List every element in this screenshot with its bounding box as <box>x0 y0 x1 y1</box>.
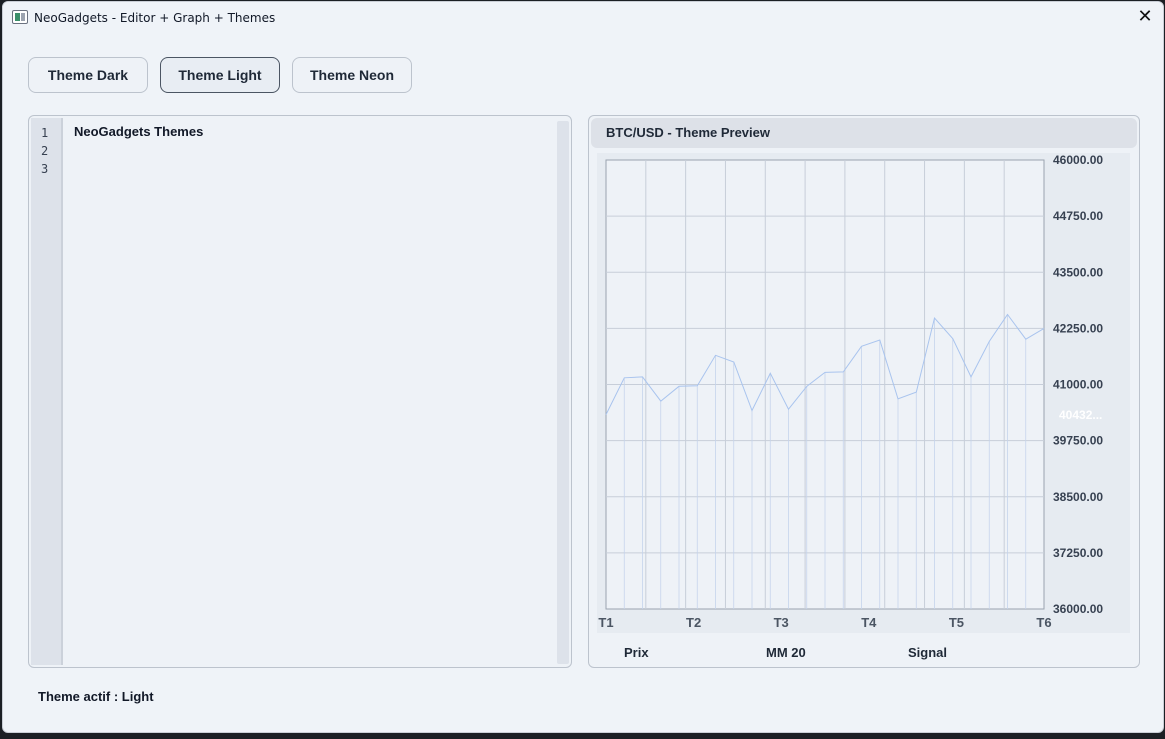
code-editor[interactable]: 1 2 3 NeoGadgets Themes <box>28 115 572 668</box>
line-number: 2 <box>41 144 49 158</box>
line-number-gutter: 1 2 3 <box>31 118 63 665</box>
y-tick-label: 42250.00 <box>1053 321 1103 335</box>
app-icon <box>12 10 28 24</box>
x-tick-label: T5 <box>949 615 964 630</box>
current-value-label: 40432... <box>1059 408 1102 422</box>
y-tick-label: 39750.00 <box>1053 434 1103 448</box>
legend-signal[interactable]: Signal <box>908 645 947 660</box>
editor-text-line[interactable]: NeoGadgets Themes <box>74 124 203 139</box>
theme-neon-button[interactable]: Theme Neon <box>292 57 412 93</box>
y-tick-label: 41000.00 <box>1053 378 1103 392</box>
x-tick-label: T1 <box>598 615 613 630</box>
active-theme-status: Theme actif : Light <box>38 689 154 704</box>
y-tick-label: 36000.00 <box>1053 602 1103 616</box>
x-tick-label: T6 <box>1036 615 1051 630</box>
line-number: 1 <box>41 126 49 140</box>
y-tick-label: 46000.00 <box>1053 153 1103 167</box>
app-window: NeoGadgets - Editor + Graph + Themes ✕ T… <box>2 1 1164 733</box>
x-tick-label: T2 <box>686 615 701 630</box>
x-tick-label: T3 <box>774 615 789 630</box>
line-number: 3 <box>41 162 49 176</box>
y-tick-label: 37250.00 <box>1053 546 1103 560</box>
x-tick-label: T4 <box>861 615 877 630</box>
title-bar: NeoGadgets - Editor + Graph + Themes ✕ <box>3 2 1163 34</box>
y-tick-label: 44750.00 <box>1053 209 1103 223</box>
chart-panel: BTC/USD - Theme Preview 46000.00 44750.00… <box>588 115 1140 668</box>
theme-dark-button[interactable]: Theme Dark <box>28 57 148 93</box>
window-title: NeoGadgets - Editor + Graph + Themes <box>34 11 276 25</box>
legend-mm20[interactable]: MM 20 <box>766 645 806 660</box>
editor-vertical-scrollbar[interactable] <box>557 121 569 664</box>
y-tick-label: 38500.00 <box>1053 490 1103 504</box>
close-icon[interactable]: ✕ <box>1127 2 1163 34</box>
price-chart: 46000.00 44750.00 43500.00 42250.00 41000.00… <box>598 153 1103 630</box>
y-tick-label: 43500.00 <box>1053 265 1103 279</box>
legend-prix[interactable]: Prix <box>624 645 649 660</box>
theme-light-button[interactable]: Theme Light <box>160 57 280 93</box>
